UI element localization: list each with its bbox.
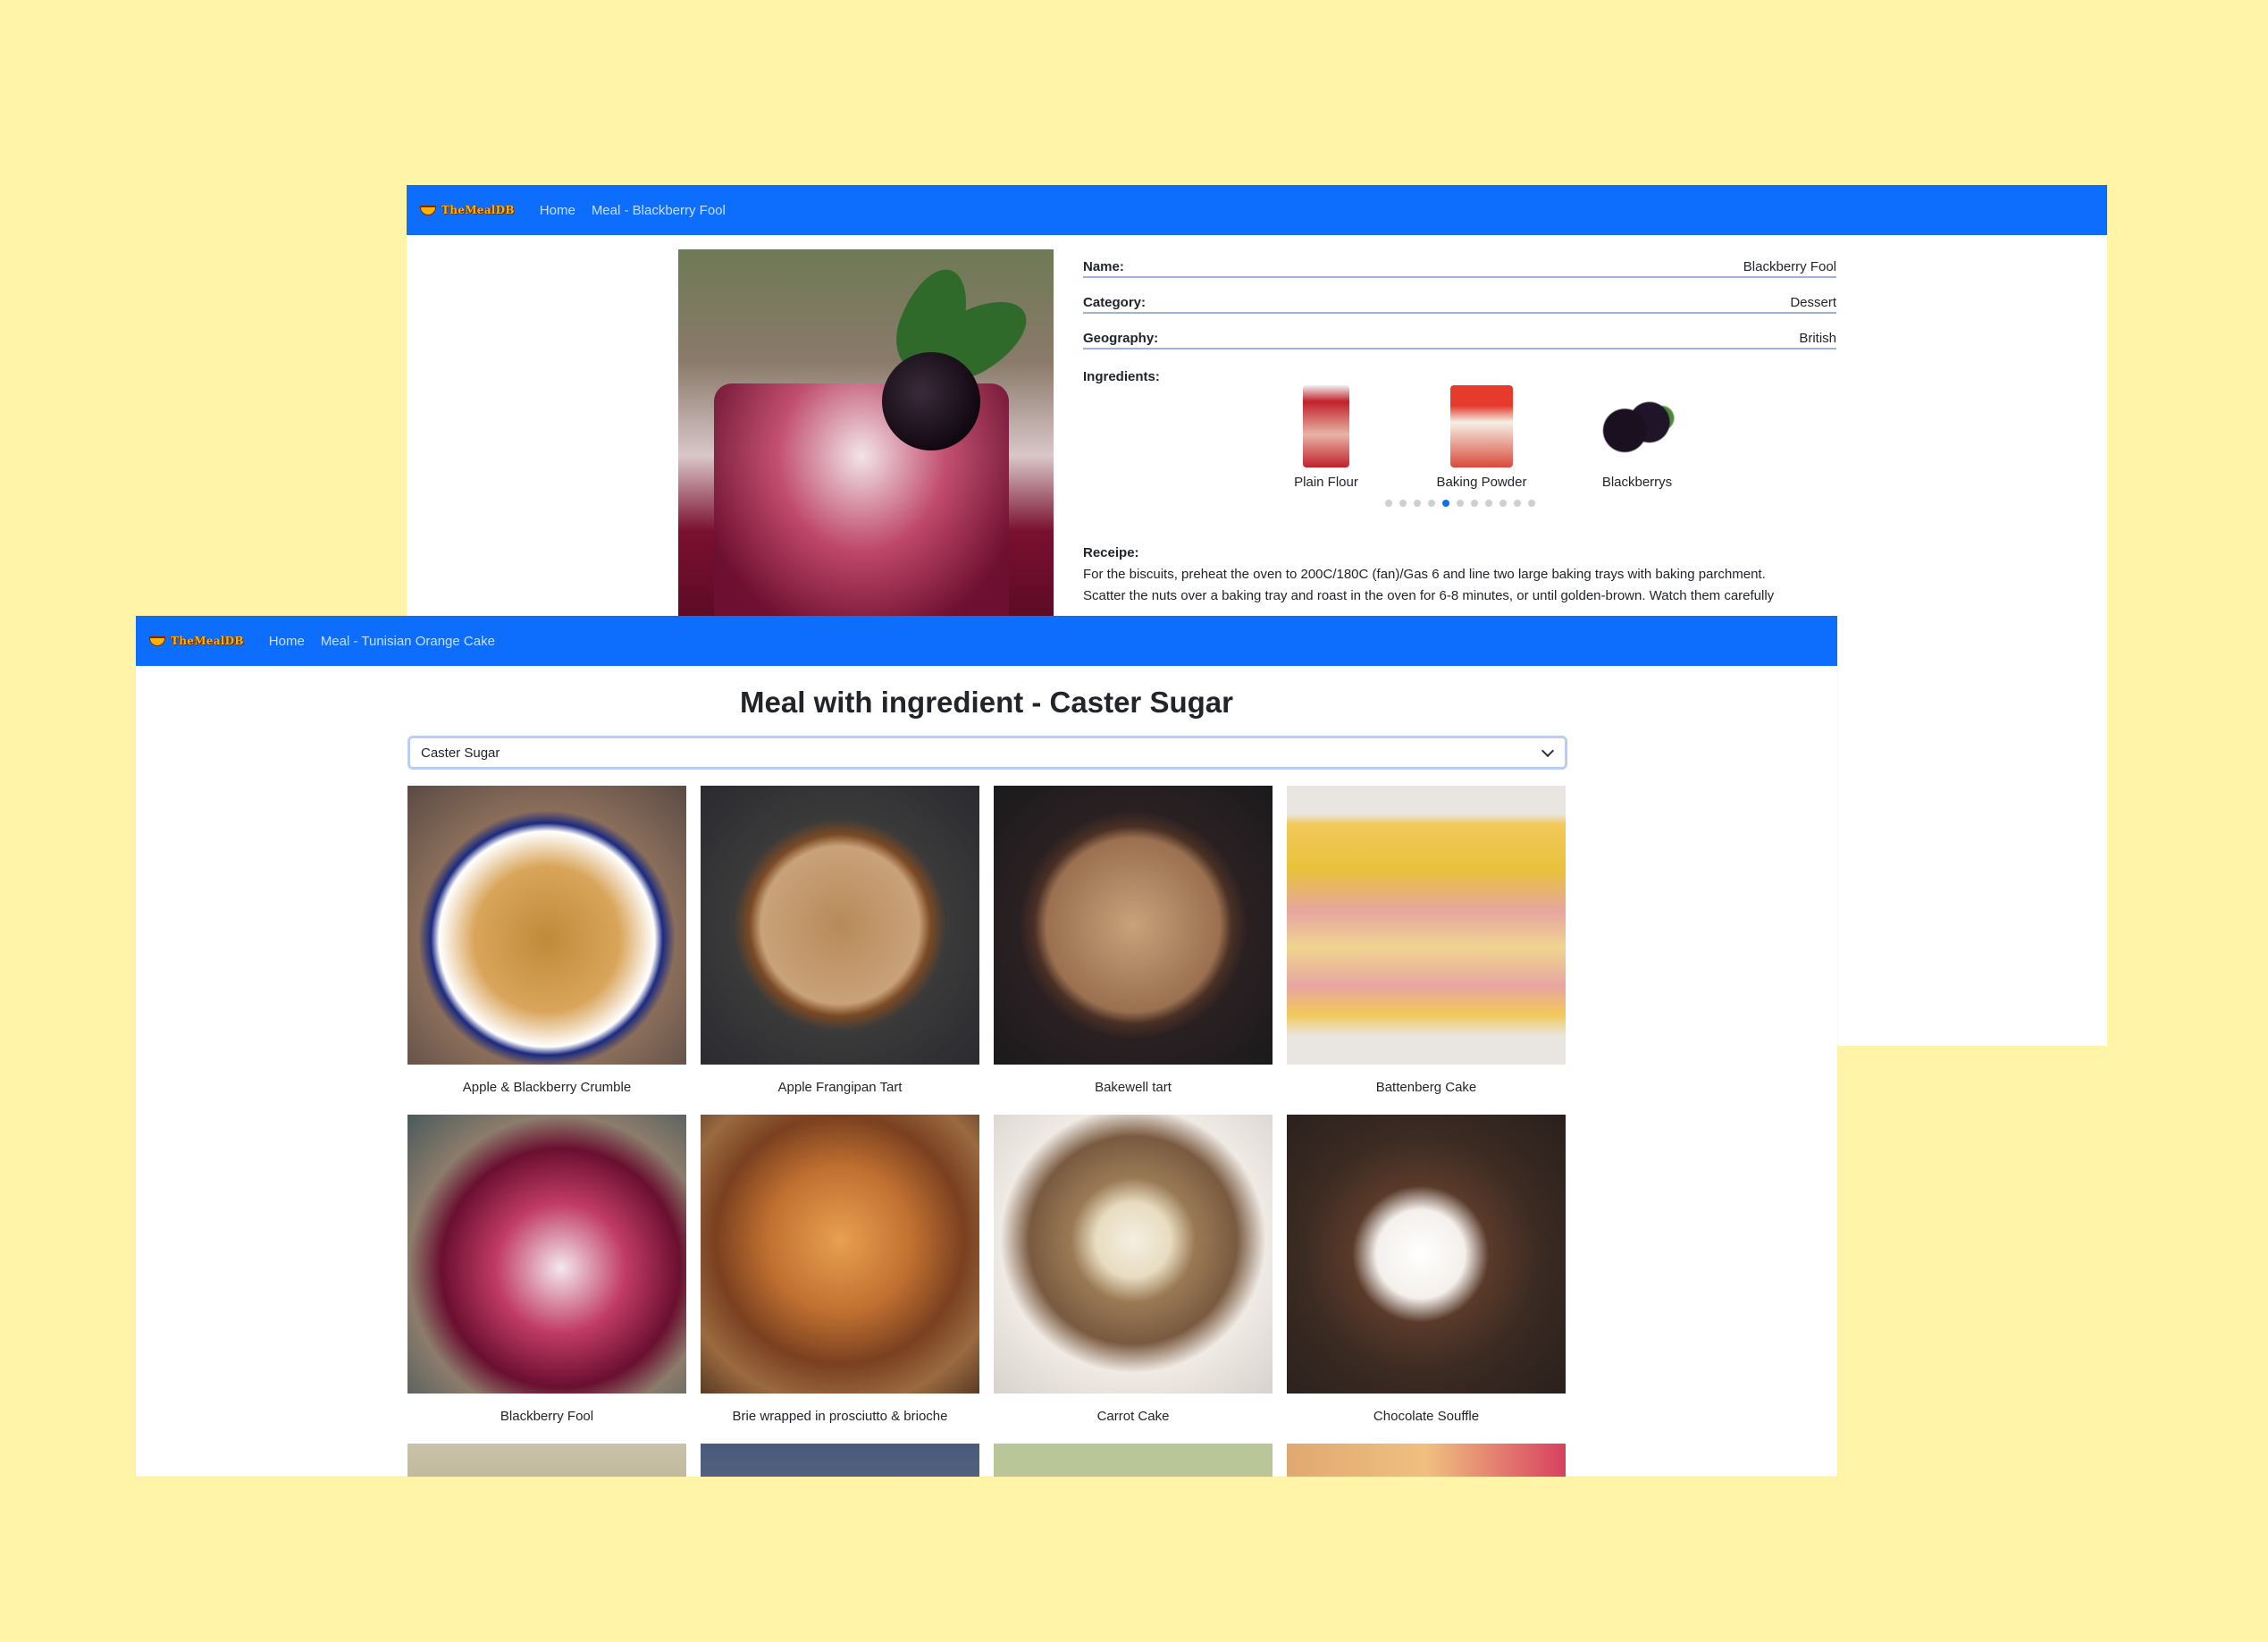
carousel-dot[interactable] bbox=[1485, 500, 1492, 507]
meal-thumbnail[interactable] bbox=[994, 1115, 1273, 1394]
chevron-down-icon bbox=[1541, 744, 1555, 758]
name-row: Name: Blackberry Fool bbox=[1083, 242, 1836, 278]
meal-thumbnail[interactable] bbox=[1287, 1444, 1566, 1477]
carousel-dot[interactable] bbox=[1528, 500, 1535, 507]
geography-row: Geography: British bbox=[1083, 314, 1836, 349]
meal-name[interactable]: Apple Frangipan Tart bbox=[701, 1080, 979, 1095]
meal-name[interactable]: Carrot Cake bbox=[994, 1409, 1273, 1424]
meal-thumbnail[interactable] bbox=[994, 786, 1273, 1065]
ingredients-label: Ingredients: bbox=[1083, 369, 1160, 384]
nav-meal-link[interactable]: Meal - Tunisian Orange Cake bbox=[321, 634, 495, 649]
nav-meal-link[interactable]: Meal - Blackberry Fool bbox=[592, 203, 726, 218]
carousel-indicators bbox=[1385, 500, 1535, 507]
meal-image bbox=[678, 249, 1054, 625]
meal-card[interactable]: Blackberry Fool bbox=[407, 1115, 686, 1424]
meal-name[interactable]: Chocolate Souffle bbox=[1287, 1409, 1566, 1424]
meal-details: Name: Blackberry Fool Category: Dessert … bbox=[1083, 242, 1836, 603]
meal-thumbnail[interactable] bbox=[701, 786, 979, 1065]
meal-name[interactable]: Apple & Blackberry Crumble bbox=[407, 1080, 686, 1095]
meal-card[interactable] bbox=[994, 1444, 1273, 1477]
bowl-icon bbox=[149, 636, 165, 646]
carousel-dot[interactable] bbox=[1442, 500, 1449, 507]
ingredient-select[interactable]: Caster Sugar bbox=[407, 736, 1567, 770]
receipe-line: Scatter the nuts over a baking tray and … bbox=[1083, 588, 1775, 603]
geography-value: British bbox=[1799, 331, 1836, 346]
ingredient-name: Blackberrys bbox=[1601, 475, 1673, 490]
meal-name[interactable]: Blackberry Fool bbox=[407, 1409, 686, 1424]
carousel-dot[interactable] bbox=[1514, 500, 1521, 507]
navbar: TheMealDB Home Meal - Blackberry Fool bbox=[407, 185, 2107, 235]
page-title: Meal with ingredient - Caster Sugar bbox=[740, 686, 1233, 719]
meal-card[interactable] bbox=[701, 1444, 979, 1477]
receipe-line: For the biscuits, preheat the oven to 20… bbox=[1083, 567, 1766, 582]
site-logo[interactable]: TheMealDB bbox=[420, 204, 515, 216]
logo-text: TheMealDB bbox=[171, 635, 244, 647]
carousel-dot[interactable] bbox=[1428, 500, 1435, 507]
meal-thumbnail[interactable] bbox=[407, 786, 686, 1065]
meal-card[interactable] bbox=[407, 1444, 686, 1477]
nav-home-link[interactable]: Home bbox=[269, 634, 305, 649]
logo-text: TheMealDB bbox=[441, 204, 515, 216]
receipe-section: Receipe: For the biscuits, preheat the o… bbox=[1083, 543, 1836, 607]
name-label: Name: bbox=[1083, 259, 1124, 274]
meal-thumbnail[interactable] bbox=[407, 1115, 686, 1394]
carousel-dot[interactable] bbox=[1385, 500, 1392, 507]
blackberries-icon bbox=[1596, 385, 1678, 467]
ingredient-name: Baking Powder bbox=[1436, 475, 1527, 490]
meal-card[interactable]: Brie wrapped in prosciutto & brioche bbox=[701, 1115, 979, 1424]
carousel-dot[interactable] bbox=[1457, 500, 1464, 507]
meal-card[interactable]: Apple & Blackberry Crumble bbox=[407, 786, 686, 1095]
site-logo[interactable]: TheMealDB bbox=[149, 635, 244, 647]
category-row: Category: Dessert bbox=[1083, 278, 1836, 314]
meal-card[interactable]: Chocolate Souffle bbox=[1287, 1115, 1566, 1424]
meal-name[interactable]: Brie wrapped in prosciutto & brioche bbox=[701, 1409, 979, 1424]
ingredient-item[interactable]: Plain Flour bbox=[1273, 385, 1380, 490]
carousel-dot[interactable] bbox=[1499, 500, 1507, 507]
meal-thumbnail[interactable] bbox=[1287, 786, 1566, 1065]
navbar: TheMealDB Home Meal - Tunisian Orange Ca… bbox=[136, 616, 1837, 666]
ingredient-item[interactable]: Baking Powder bbox=[1428, 385, 1535, 490]
flour-pack-icon bbox=[1303, 385, 1349, 467]
meal-card[interactable]: Bakewell tart bbox=[994, 786, 1273, 1095]
carousel-dot[interactable] bbox=[1399, 500, 1407, 507]
carousel-dot[interactable] bbox=[1471, 500, 1478, 507]
category-label: Category: bbox=[1083, 295, 1147, 310]
meal-card[interactable] bbox=[1287, 1444, 1566, 1477]
ingredient-select-value: Caster Sugar bbox=[421, 745, 500, 761]
ingredients-carousel[interactable]: Plain Flour Baking Powder Blackberrys bbox=[1083, 385, 1836, 510]
nav-home-link[interactable]: Home bbox=[540, 203, 575, 218]
ingredient-item[interactable]: Blackberrys bbox=[1583, 385, 1691, 490]
meal-thumbnail[interactable] bbox=[1287, 1115, 1566, 1394]
bowl-icon bbox=[420, 205, 436, 215]
carousel-dot[interactable] bbox=[1414, 500, 1421, 507]
name-value: Blackberry Fool bbox=[1743, 259, 1836, 274]
meal-thumbnail[interactable] bbox=[701, 1444, 979, 1477]
meal-thumbnail[interactable] bbox=[701, 1115, 979, 1394]
meal-thumbnail[interactable] bbox=[994, 1444, 1273, 1477]
category-value: Dessert bbox=[1790, 295, 1836, 310]
meal-name[interactable]: Bakewell tart bbox=[994, 1080, 1273, 1095]
receipe-label: Receipe: bbox=[1083, 545, 1139, 560]
meal-card[interactable]: Apple Frangipan Tart bbox=[701, 786, 979, 1095]
meal-thumbnail[interactable] bbox=[407, 1444, 686, 1477]
geography-label: Geography: bbox=[1083, 331, 1159, 346]
meal-card[interactable]: Carrot Cake bbox=[994, 1115, 1273, 1424]
ingredient-meals-window: TheMealDB Home Meal - Tunisian Orange Ca… bbox=[136, 616, 1837, 1477]
meal-name[interactable]: Battenberg Cake bbox=[1287, 1080, 1566, 1095]
blackberry-shape bbox=[882, 352, 980, 450]
ingredient-name: Plain Flour bbox=[1294, 475, 1358, 490]
meal-card[interactable]: Battenberg Cake bbox=[1287, 786, 1566, 1095]
baking-powder-tin-icon bbox=[1450, 385, 1513, 467]
